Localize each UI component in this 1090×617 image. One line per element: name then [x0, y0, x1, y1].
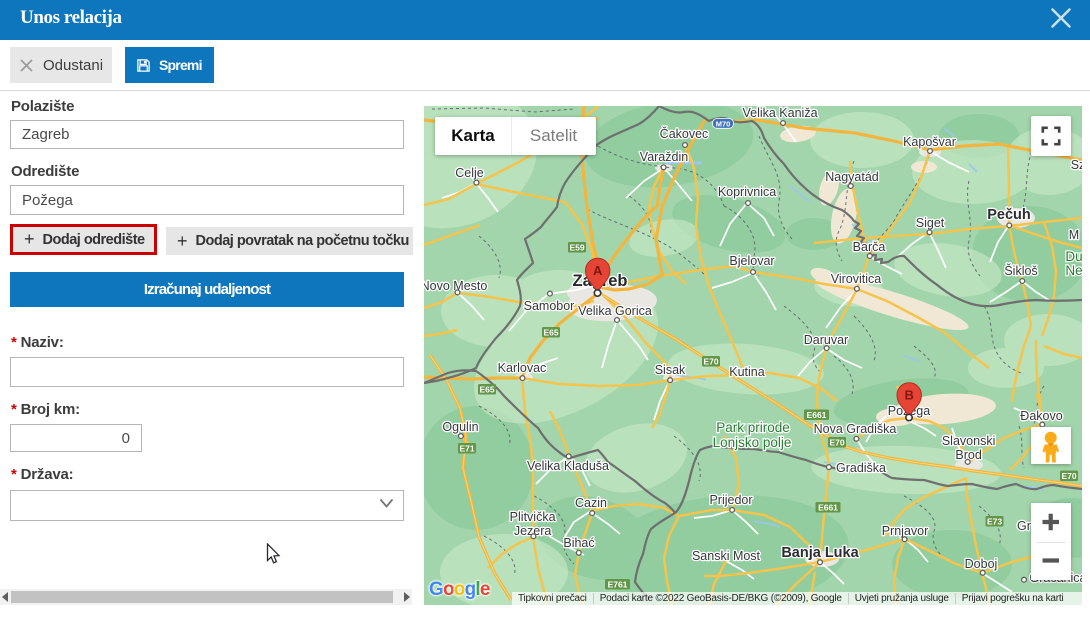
svg-text:Nagyatád: Nagyatád	[825, 170, 879, 184]
svg-text:E661: E661	[807, 410, 827, 420]
svg-text:E65: E65	[479, 385, 494, 395]
svg-text:Gradiška: Gradiška	[836, 461, 886, 475]
svg-text:Daruvar: Daruvar	[804, 333, 848, 347]
svg-text:Lonjsko polje: Lonjsko polje	[713, 435, 792, 450]
svg-text:Kapošvar: Kapošvar	[903, 135, 956, 149]
svg-text:Park prirode: Park prirode	[716, 420, 790, 435]
svg-text:Koprivnica: Koprivnica	[718, 185, 776, 199]
svg-text:Velika Kaniža: Velika Kaniža	[742, 106, 817, 120]
svg-text:Virovitica: Virovitica	[831, 272, 882, 286]
svg-text:Sanski Most: Sanski Most	[692, 549, 761, 563]
svg-text:M: M	[1069, 228, 1079, 242]
svg-text:Varaždin: Varaždin	[640, 150, 688, 164]
svg-text:Prijedor: Prijedor	[709, 493, 752, 507]
svg-text:E761: E761	[608, 580, 628, 590]
svg-text:E70: E70	[703, 357, 718, 367]
svg-text:Barča: Barča	[853, 240, 886, 254]
svg-text:A: A	[593, 263, 603, 278]
svg-text:Sisak: Sisak	[655, 363, 686, 377]
svg-text:Čakovec: Čakovec	[660, 126, 709, 141]
svg-text:Prnjavor: Prnjavor	[882, 524, 929, 538]
svg-text:E73: E73	[987, 517, 1002, 527]
svg-text:Doboj: Doboj	[965, 557, 998, 571]
svg-text:Đakovo: Đakovo	[1020, 409, 1062, 423]
svg-text:Bjelovar: Bjelovar	[729, 254, 774, 268]
svg-text:Banja Luka: Banja Luka	[781, 545, 859, 561]
svg-text:Plitvička: Plitvička	[510, 510, 556, 524]
svg-text:Bihać: Bihać	[563, 536, 594, 550]
svg-text:M70: M70	[716, 119, 731, 128]
svg-text:Velika Kladuša: Velika Kladuša	[527, 459, 609, 473]
svg-text:Ogulin: Ogulin	[442, 420, 478, 434]
svg-text:Cazin: Cazin	[575, 496, 607, 510]
svg-text:Celje: Celje	[455, 166, 484, 180]
svg-text:B: B	[905, 388, 914, 403]
svg-text:E70: E70	[1061, 471, 1076, 481]
svg-text:Gr: Gr	[1017, 519, 1031, 533]
svg-text:E71: E71	[459, 444, 474, 454]
svg-text:E59: E59	[569, 243, 584, 253]
svg-text:Slavonski: Slavonski	[942, 434, 996, 448]
svg-text:Karlovac: Karlovac	[498, 361, 547, 375]
svg-text:Ne: Ne	[1065, 263, 1082, 278]
svg-text:Šikloš: Šikloš	[1004, 263, 1037, 278]
svg-text:E661: E661	[818, 503, 838, 513]
svg-text:Du: Du	[1065, 249, 1082, 264]
svg-text:E65: E65	[543, 328, 558, 338]
svg-text:Kutina: Kutina	[729, 365, 764, 379]
svg-text:E70: E70	[829, 438, 844, 448]
svg-text:Sz: Sz	[1071, 158, 1082, 172]
svg-text:Nova Gradiška: Nova Gradiška	[814, 422, 897, 436]
svg-text:Pečuh: Pečuh	[987, 207, 1031, 223]
svg-text:Siget: Siget	[916, 216, 945, 230]
svg-text:Samobor: Samobor	[524, 299, 575, 313]
svg-text:Velika Gorica: Velika Gorica	[578, 304, 652, 318]
